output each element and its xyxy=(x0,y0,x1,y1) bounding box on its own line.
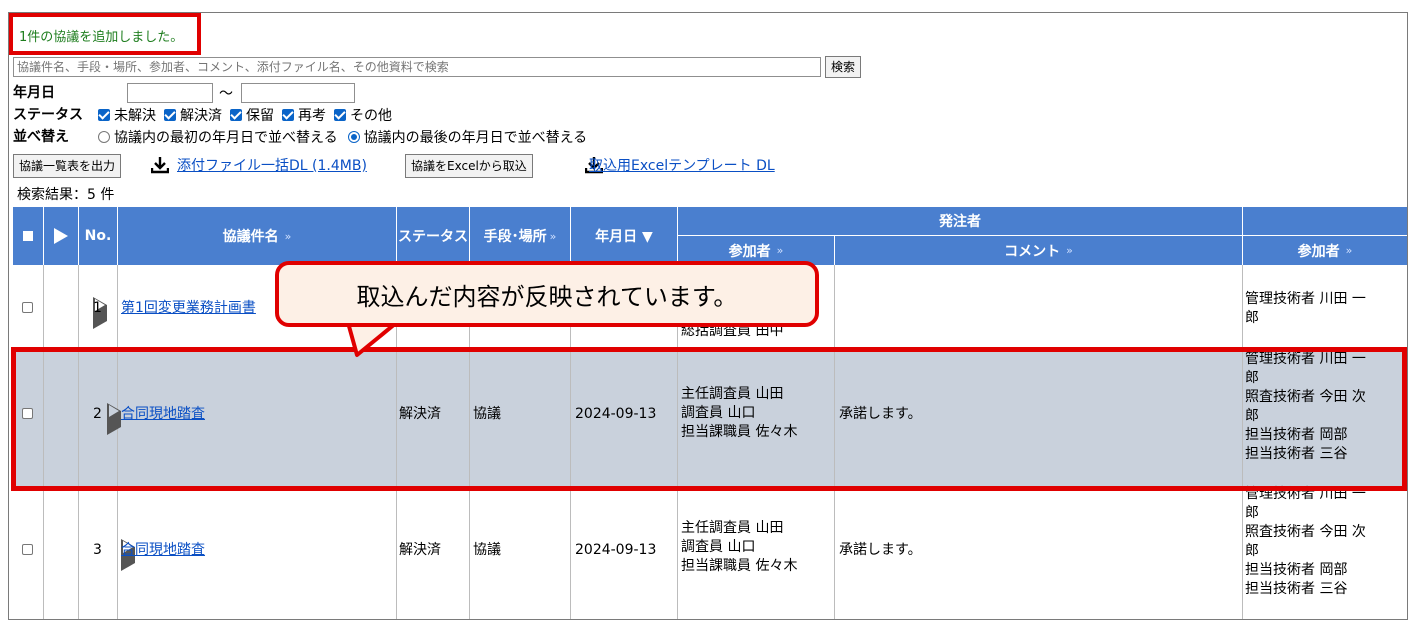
status-checkbox-resolved[interactable] xyxy=(164,109,176,121)
row-no: 1 xyxy=(93,300,102,316)
header-participants-label: 参加者 xyxy=(1297,243,1340,260)
highlight-frame xyxy=(11,347,1407,491)
contractor-line: 郎 xyxy=(1245,543,1259,559)
header-title-label: 協議件名 xyxy=(222,229,279,245)
header-expand xyxy=(44,207,78,265)
expand-all-icon[interactable] xyxy=(54,228,68,244)
contractor-line: 郎 xyxy=(1245,505,1259,521)
import-template-download-link[interactable]: 取込用Excelテンプレート DL xyxy=(589,155,775,175)
header-method-label: 手段･場所 xyxy=(483,229,547,245)
date-separator: ～ xyxy=(219,86,233,102)
row-checkbox[interactable] xyxy=(22,544,33,555)
status-checkbox-other[interactable] xyxy=(334,109,346,121)
header-no: No. xyxy=(79,207,117,265)
export-list-button[interactable]: 協議一覧表を出力 xyxy=(13,154,122,178)
sort-label: 並べ替え xyxy=(13,129,69,145)
status-option-label: 解決済 xyxy=(180,108,222,124)
attachments-bulk-download-link[interactable]: 添付ファイル一括DL (1.4MB) xyxy=(177,155,367,175)
participant-line: 担当課職員 佐々木 xyxy=(681,558,798,574)
date-from-input[interactable] xyxy=(127,83,213,103)
header-contractor-participants[interactable]: 参加者 » xyxy=(1243,236,1407,265)
header-select-all[interactable] xyxy=(13,207,43,265)
row-status: 解決済 xyxy=(399,542,441,558)
consultation-list-panel: 1件の協議を追加しました。 検索 年月日 ～ ステータス 未解決 解決済 保留 … xyxy=(8,12,1408,620)
sort-icon: » xyxy=(776,244,784,257)
sort-option-label: 協議内の最後の年月日で並べ替える xyxy=(363,130,588,146)
sort-radio-last-date[interactable] xyxy=(347,131,360,143)
sort-radio-first-date[interactable] xyxy=(98,131,110,143)
status-option-label: 再考 xyxy=(298,108,326,124)
header-orderer-comment[interactable]: コメント » xyxy=(835,236,1242,265)
contractor-line: 担当技術者 三谷 xyxy=(1245,581,1348,597)
row-title-link[interactable]: 合同現地踏査 xyxy=(121,541,205,560)
sort-icon: » xyxy=(1345,244,1353,257)
header-title[interactable]: 協議件名 » xyxy=(118,207,396,265)
row-contractor: 管理技術者 川田 一 郎 照査技術者 今田 次 郎 担当技術者 岡部 担当技術者… xyxy=(1245,485,1366,599)
import-excel-button[interactable]: 協議をExcelから取込 xyxy=(405,154,533,178)
row-title-link[interactable]: 第1回変更業務計画書 xyxy=(121,299,256,318)
sort-icon: » xyxy=(1066,244,1073,257)
row-checkbox[interactable] xyxy=(22,302,33,313)
row-date: 2024-09-13 xyxy=(575,542,657,558)
status-option-label: その他 xyxy=(350,108,392,124)
status-option-label: 保留 xyxy=(246,108,274,124)
status-options: 未解決 解決済 保留 再考 その他 xyxy=(98,105,392,125)
header-orderer-group: 発注者 xyxy=(678,207,1242,235)
row-participants: 主任調査員 山田 調査員 山口 担当課職員 佐々木 xyxy=(681,519,797,576)
success-message: 1件の協議を追加しました。 xyxy=(19,30,184,45)
status-checkbox-reconsider[interactable] xyxy=(282,109,294,121)
row-contractor: 管理技術者 川田 一 郎 xyxy=(1245,290,1366,328)
status-label: ステータス xyxy=(13,107,83,123)
status-checkbox-hold[interactable] xyxy=(230,109,242,121)
contractor-line: 照査技術者 今田 次 xyxy=(1245,524,1366,540)
search-input[interactable] xyxy=(13,57,821,77)
header-participants-label: 参加者 xyxy=(728,243,771,260)
participant-line: 調査員 山口 xyxy=(681,539,756,555)
contractor-line: 担当技術者 岡部 xyxy=(1245,562,1348,578)
row-no: 3 xyxy=(93,542,102,558)
contractor-line: 郎 xyxy=(1245,310,1259,326)
header-method[interactable]: 手段･場所» xyxy=(470,207,570,265)
download-icon xyxy=(150,156,170,174)
status-checkbox-unresolved[interactable] xyxy=(98,109,110,121)
date-to-input[interactable] xyxy=(241,83,355,103)
sort-options: 協議内の最初の年月日で並べ替える 協議内の最後の年月日で並べ替える xyxy=(98,127,587,147)
callout-bubble: 取込んだ内容が反映されています。 xyxy=(275,261,819,327)
sort-option-label: 協議内の最初の年月日で並べ替える xyxy=(114,130,338,146)
select-all-checkbox[interactable] xyxy=(23,231,33,241)
header-comment-label: コメント xyxy=(1004,243,1061,260)
date-label: 年月日 xyxy=(13,85,55,101)
row-comment: 承諾します。 xyxy=(839,542,922,558)
sort-icon: » xyxy=(549,229,557,243)
search-button[interactable]: 検索 xyxy=(825,56,862,78)
header-date[interactable]: 年月日 ▼ xyxy=(571,207,677,265)
participant-line: 主任調査員 山田 xyxy=(681,520,784,536)
result-count: 検索結果：5 件 xyxy=(17,187,115,203)
header-status: ステータス xyxy=(397,207,469,265)
header-contractor-group xyxy=(1243,207,1407,235)
status-option-label: 未解決 xyxy=(114,108,156,124)
sort-icon: » xyxy=(284,229,292,243)
row-method: 協議 xyxy=(473,542,501,558)
contractor-line: 管理技術者 川田 一 xyxy=(1245,291,1366,307)
